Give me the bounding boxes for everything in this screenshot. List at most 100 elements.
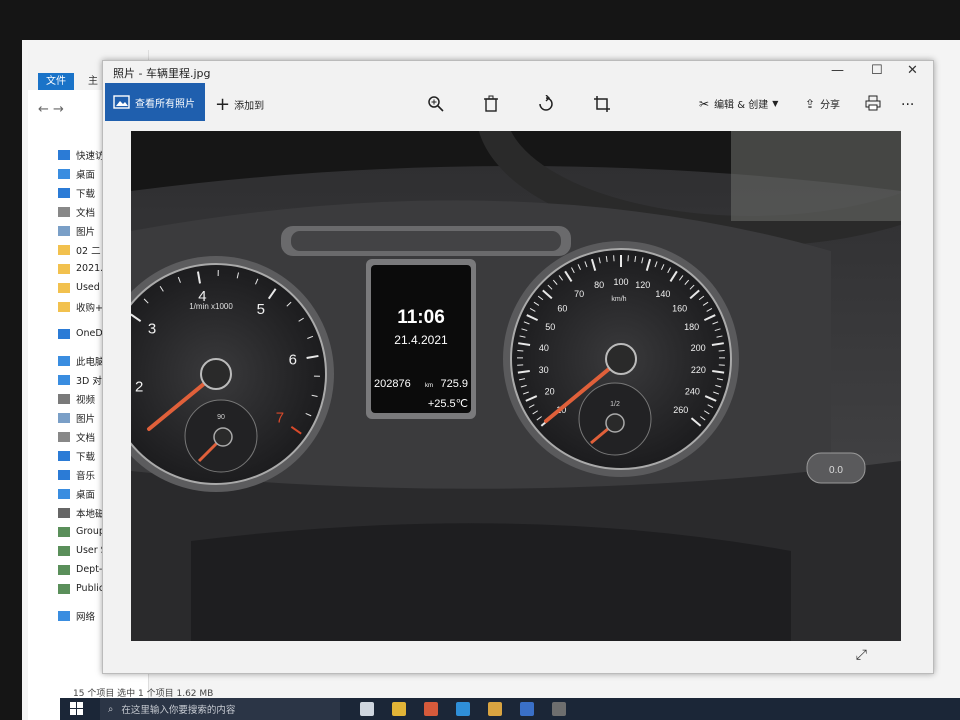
taskbar-app-icon[interactable] [488,702,502,716]
tach-tick-label: 7 [276,410,284,427]
network-drive-icon [58,526,70,537]
taskbar-app-icon[interactable] [424,702,438,716]
print-button[interactable] [865,95,881,111]
nav-tree-label: 视频 [76,394,96,406]
expand-icon[interactable]: ⤢ [856,647,867,663]
share-label: 分享 [820,100,841,111]
nav-tree-label: 文档 [76,207,96,219]
edit-create-button[interactable]: ✂ 编辑 & 创建 ▼ [699,96,778,112]
speed-tick-label: 240 [685,386,700,396]
maximize-button[interactable]: ☐ [871,63,883,78]
photos-toolbar: 查看所有照片 + 添加到 ✂ 编辑 & 创建 ▼ ⇪ 分享 ... [103,83,933,123]
trash-icon [484,95,498,112]
share-button[interactable]: ⇪ 分享 [805,96,841,112]
tab-home[interactable]: 主 [88,73,98,90]
folder-icon [58,244,70,255]
nav-back-forward[interactable]: ← → [38,102,64,117]
speed-tick-label: 200 [691,343,706,353]
speed-tick-label: 60 [557,304,567,314]
view-all-photos-button[interactable]: 查看所有照片 [105,83,205,121]
photo-viewer[interactable]: 0.0 234567 1/min x1000 90 11:06 21.4.202… [131,131,901,641]
trip-reset-label: 0.0 [829,465,843,476]
tach-tick-label: 6 [289,351,297,368]
rotate-button[interactable] [537,95,555,113]
tach-hub [200,358,232,390]
more-button[interactable]: ... [901,93,914,109]
tab-file[interactable]: 文件 [38,73,74,90]
document-icon [58,206,70,217]
zoom-in-icon [428,96,444,112]
cloud-icon [58,328,70,339]
taskbar-app-icon[interactable] [552,702,566,716]
nav-tree-label: 桌面 [76,169,96,181]
nav-tree-label: Group [76,526,105,537]
outside-temperature: +25.5℃ [428,398,468,410]
display-date: 21.4.2021 [394,333,448,347]
odometer-value: 202876 [374,378,411,390]
taskbar-search-box[interactable]: ⌕ 在这里输入你要搜索的内容 [100,698,340,720]
network-drive-icon [58,583,70,594]
minimize-button[interactable]: — [831,63,844,78]
tach-unit-label: 1/min x1000 [189,302,233,311]
nav-tree-label: Used [76,282,100,293]
nav-tree-label: 下载 [76,188,96,200]
coolant-label: 90 [217,414,225,421]
close-button[interactable]: ✕ [907,63,918,78]
speed-tick-label: 260 [673,405,688,415]
speed-tick-label: 30 [539,365,549,375]
edit-create-label: 编辑 & 创建 [714,100,769,111]
nav-tree-label: Public [76,583,105,594]
cube-icon [58,374,70,385]
taskbar: ⌕ 在这里输入你要搜索的内容 [60,698,960,720]
speed-tick-label: 80 [594,280,604,290]
windows-start-icon[interactable] [70,702,84,716]
photos-app-window: 照片 - 车辆里程.jpg — ☐ ✕ 查看所有照片 + 添加到 ✂ 编辑 & … [102,60,934,674]
speed-tick-label: 70 [574,289,584,299]
music-icon [58,469,70,480]
nav-tree-label: Dept- [76,564,103,575]
taskbar-app-icon[interactable] [392,702,406,716]
add-to-label: 添加到 [234,101,265,112]
nav-tree-label: 本地磁 [76,508,105,520]
tach-tick-label: 3 [148,320,156,337]
nav-tree-label: 桌面 [76,489,96,501]
network-drive-icon [58,564,70,575]
speed-unit-label: km/h [611,296,626,303]
search-icon: ⌕ [108,703,114,715]
nav-tree-label: 3D 对 [76,375,102,387]
tach-tick-label: 5 [257,301,265,318]
desktop-icon [58,488,70,499]
fuel-label: 1/2 [610,401,620,408]
nav-tree-label: 图片 [76,226,96,238]
desktop-icon [58,168,70,179]
share-icon: ⇪ [805,96,816,111]
speed-tick-label: 180 [684,322,699,332]
speed-tick-label: 100 [613,277,628,287]
nav-tree-label: 图片 [76,413,96,425]
taskbar-app-icon[interactable] [456,702,470,716]
edit-tools-icon: ✂ [699,96,710,111]
trip-value: 725.9 [440,378,468,390]
taskbar-app-icon[interactable] [520,702,534,716]
computer-icon [58,355,70,366]
network-icon [58,610,70,621]
speed-tick-label: 40 [539,343,549,353]
folder-icon [58,263,70,274]
speed-tick-label: 160 [672,304,687,314]
video-icon [58,393,70,404]
add-to-button[interactable]: + 添加到 [215,94,264,115]
taskbar-app-icon[interactable] [360,702,374,716]
nav-tree-label: 收购+ [76,302,103,314]
delete-button[interactable] [483,95,499,113]
crop-button[interactable] [593,95,611,113]
taskbar-apps [360,702,566,716]
speed-tick-label: 120 [635,280,650,290]
odometer-unit: km [425,383,433,389]
zoom-button[interactable] [427,95,445,113]
download-icon [58,187,70,198]
crop-icon [594,96,610,112]
drive-icon [58,507,70,518]
speed-tick-label: 20 [545,386,555,396]
network-drive-icon [58,545,70,556]
folder-icon [58,301,70,312]
